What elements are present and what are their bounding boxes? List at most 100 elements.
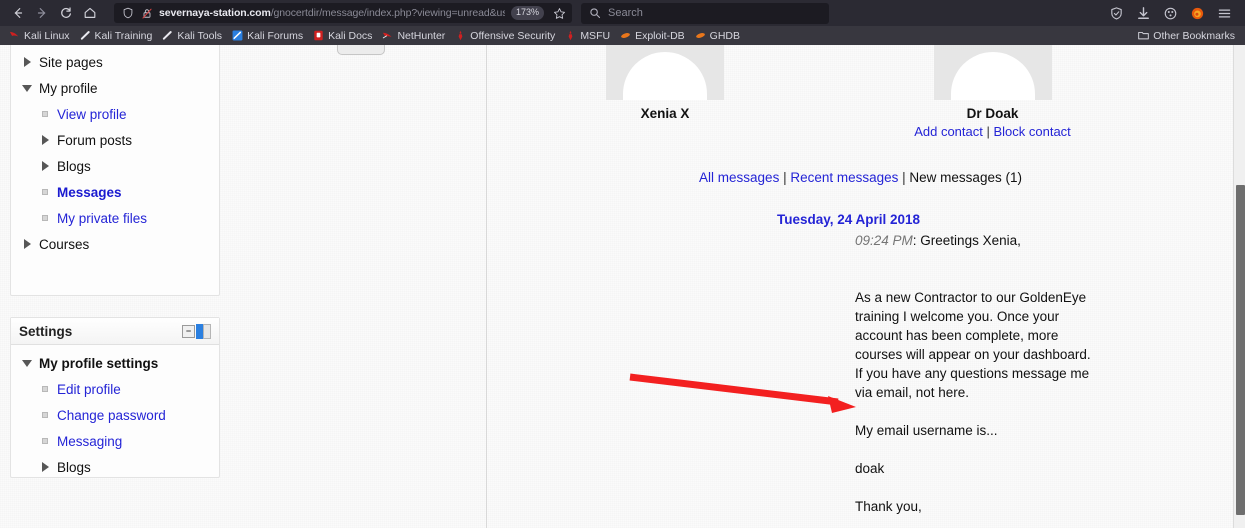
- message-date-header: Tuesday, 24 April 2018: [777, 212, 921, 227]
- settings-item-label[interactable]: Edit profile: [53, 382, 121, 397]
- bookmark-ghdb[interactable]: GHDB: [690, 27, 745, 44]
- settings-tree: My profile settings Edit profile Change …: [11, 345, 219, 486]
- nav-item-view-profile[interactable]: View profile: [11, 101, 219, 127]
- nav-item-label[interactable]: My private files: [53, 211, 147, 226]
- other-bookmarks-button[interactable]: Other Bookmarks: [1138, 30, 1241, 42]
- chevron-down-icon[interactable]: [19, 359, 35, 367]
- nav-item-courses[interactable]: Courses: [11, 231, 219, 257]
- settings-item-change-password[interactable]: Change password: [11, 402, 219, 428]
- bookmark-label: Kali Docs: [328, 29, 373, 42]
- forward-button[interactable]: [30, 2, 54, 24]
- bookmark-label: Kali Linux: [24, 29, 70, 42]
- bookmark-kali-docs[interactable]: Kali Docs: [308, 27, 377, 44]
- nav-item-my-private-files[interactable]: My private files: [11, 205, 219, 231]
- message-paragraph: My email username is...: [855, 423, 998, 438]
- chevron-down-icon[interactable]: [19, 84, 35, 92]
- ghdb-icon: [695, 30, 706, 41]
- bookmark-kali-forums[interactable]: Kali Forums: [227, 27, 308, 44]
- bullet-square-icon: [37, 215, 53, 221]
- settings-item-label[interactable]: Messaging: [53, 434, 122, 449]
- bookmark-kali-training[interactable]: Kali Training: [75, 27, 158, 44]
- chevron-right-icon[interactable]: [37, 161, 53, 171]
- participant-xenia: Xenia X: [605, 45, 725, 122]
- page-scrollbar[interactable]: [1233, 45, 1245, 528]
- navigation-block: Site pages My profile View profile Forum…: [10, 45, 220, 296]
- nav-item-forum-posts[interactable]: Forum posts: [11, 127, 219, 153]
- bookmark-label: Kali Tools: [177, 29, 223, 42]
- dock-block-icon-2[interactable]: [203, 323, 211, 339]
- settings-item-label: Blogs: [57, 459, 91, 475]
- url-path: /gnocertdir/message/index.php?viewing=un…: [270, 7, 505, 19]
- message-column: Xenia X Dr Doak Add contact | Block cont…: [488, 45, 1233, 528]
- nav-item-label: Blogs: [57, 158, 91, 174]
- nav-item-blogs[interactable]: Blogs: [11, 153, 219, 179]
- avatar[interactable]: [606, 45, 724, 100]
- tab-separator-1: |: [779, 170, 791, 185]
- app-menu-icon[interactable]: [1216, 5, 1232, 21]
- nav-item-label: Forum posts: [57, 132, 133, 148]
- lock-crossed-icon[interactable]: [140, 7, 153, 20]
- bullet-square-icon: [37, 189, 53, 195]
- bullet-square-icon: [37, 438, 53, 444]
- tracking-protection-icon[interactable]: [1108, 5, 1124, 21]
- tab-separator-2: |: [898, 170, 910, 185]
- bookmark-exploit-db[interactable]: Exploit-DB: [615, 27, 690, 44]
- kali-slash-icon: [162, 30, 173, 41]
- settings-item-my-profile-settings[interactable]: My profile settings: [11, 350, 219, 376]
- participant-dr-doak: Dr Doak Add contact | Block contact: [895, 45, 1090, 140]
- settings-item-label: My profile settings: [39, 355, 159, 371]
- reload-button[interactable]: [54, 2, 78, 24]
- settings-item-label[interactable]: Change password: [53, 408, 166, 423]
- nav-item-label[interactable]: View profile: [53, 107, 127, 122]
- shield-icon[interactable]: [121, 7, 134, 20]
- settings-item-blogs[interactable]: Blogs: [11, 454, 219, 480]
- bookmark-msfu[interactable]: MSFU: [560, 27, 615, 44]
- search-bar[interactable]: Search: [581, 2, 829, 24]
- navigation-tree: Site pages My profile View profile Forum…: [11, 45, 219, 263]
- bookmark-kali-tools[interactable]: Kali Tools: [157, 27, 227, 44]
- message-paragraph-username: doak: [855, 461, 885, 476]
- settings-item-messaging[interactable]: Messaging: [11, 428, 219, 454]
- bookmark-nethunter[interactable]: NetHunter: [377, 27, 450, 44]
- avatar[interactable]: [933, 45, 1052, 100]
- firefox-account-icon[interactable]: [1189, 5, 1205, 21]
- settings-block: Settings − My profile settings Edit prof…: [10, 317, 220, 478]
- tab-all-messages[interactable]: All messages: [699, 170, 779, 185]
- chevron-right-icon[interactable]: [19, 239, 35, 249]
- message-time: 09:24 PM: [855, 233, 913, 248]
- url-domain: severnaya-station.com: [159, 7, 271, 19]
- chevron-right-icon[interactable]: [37, 135, 53, 145]
- participant-actions: Add contact | Block contact: [895, 124, 1090, 140]
- block-dock-controls[interactable]: −: [182, 323, 211, 339]
- page-tab-stub[interactable]: [337, 45, 385, 55]
- downloads-icon[interactable]: [1135, 5, 1151, 21]
- add-contact-link[interactable]: Add contact: [914, 124, 983, 139]
- chevron-right-icon[interactable]: [19, 57, 35, 67]
- msfu-icon: [565, 30, 576, 41]
- browser-navigation-bar: severnaya-station.com/gnocertdir/message…: [0, 0, 1245, 26]
- zoom-level-badge[interactable]: 173%: [510, 6, 544, 20]
- nav-item-my-profile[interactable]: My profile: [11, 75, 219, 101]
- back-button[interactable]: [6, 2, 30, 24]
- search-placeholder[interactable]: Search: [608, 3, 643, 24]
- nav-item-site-pages[interactable]: Site pages: [11, 49, 219, 75]
- minimize-block-icon[interactable]: −: [182, 324, 195, 338]
- scrollbar-thumb[interactable]: [1236, 185, 1245, 515]
- bookmark-offensive-security[interactable]: Offensive Security: [450, 27, 560, 44]
- chevron-right-icon[interactable]: [37, 462, 53, 472]
- dock-block-icon[interactable]: [196, 323, 203, 339]
- bookmark-kali-linux[interactable]: Kali Linux: [4, 27, 75, 44]
- bullet-square-icon: [37, 111, 53, 117]
- home-button[interactable]: [78, 2, 102, 24]
- tab-recent-messages[interactable]: Recent messages: [790, 170, 898, 185]
- nav-item-label[interactable]: Messages: [53, 185, 122, 200]
- extensions-icon[interactable]: [1162, 5, 1178, 21]
- url-bar[interactable]: severnaya-station.com/gnocertdir/message…: [114, 3, 572, 23]
- block-contact-link[interactable]: Block contact: [993, 124, 1070, 139]
- settings-item-edit-profile[interactable]: Edit profile: [11, 376, 219, 402]
- star-icon[interactable]: [550, 7, 568, 20]
- nav-item-messages[interactable]: Messages: [11, 179, 219, 205]
- url-text[interactable]: severnaya-station.com/gnocertdir/message…: [159, 3, 505, 23]
- kali-dragon-icon: [9, 30, 20, 41]
- nav-item-label: Site pages: [39, 54, 103, 70]
